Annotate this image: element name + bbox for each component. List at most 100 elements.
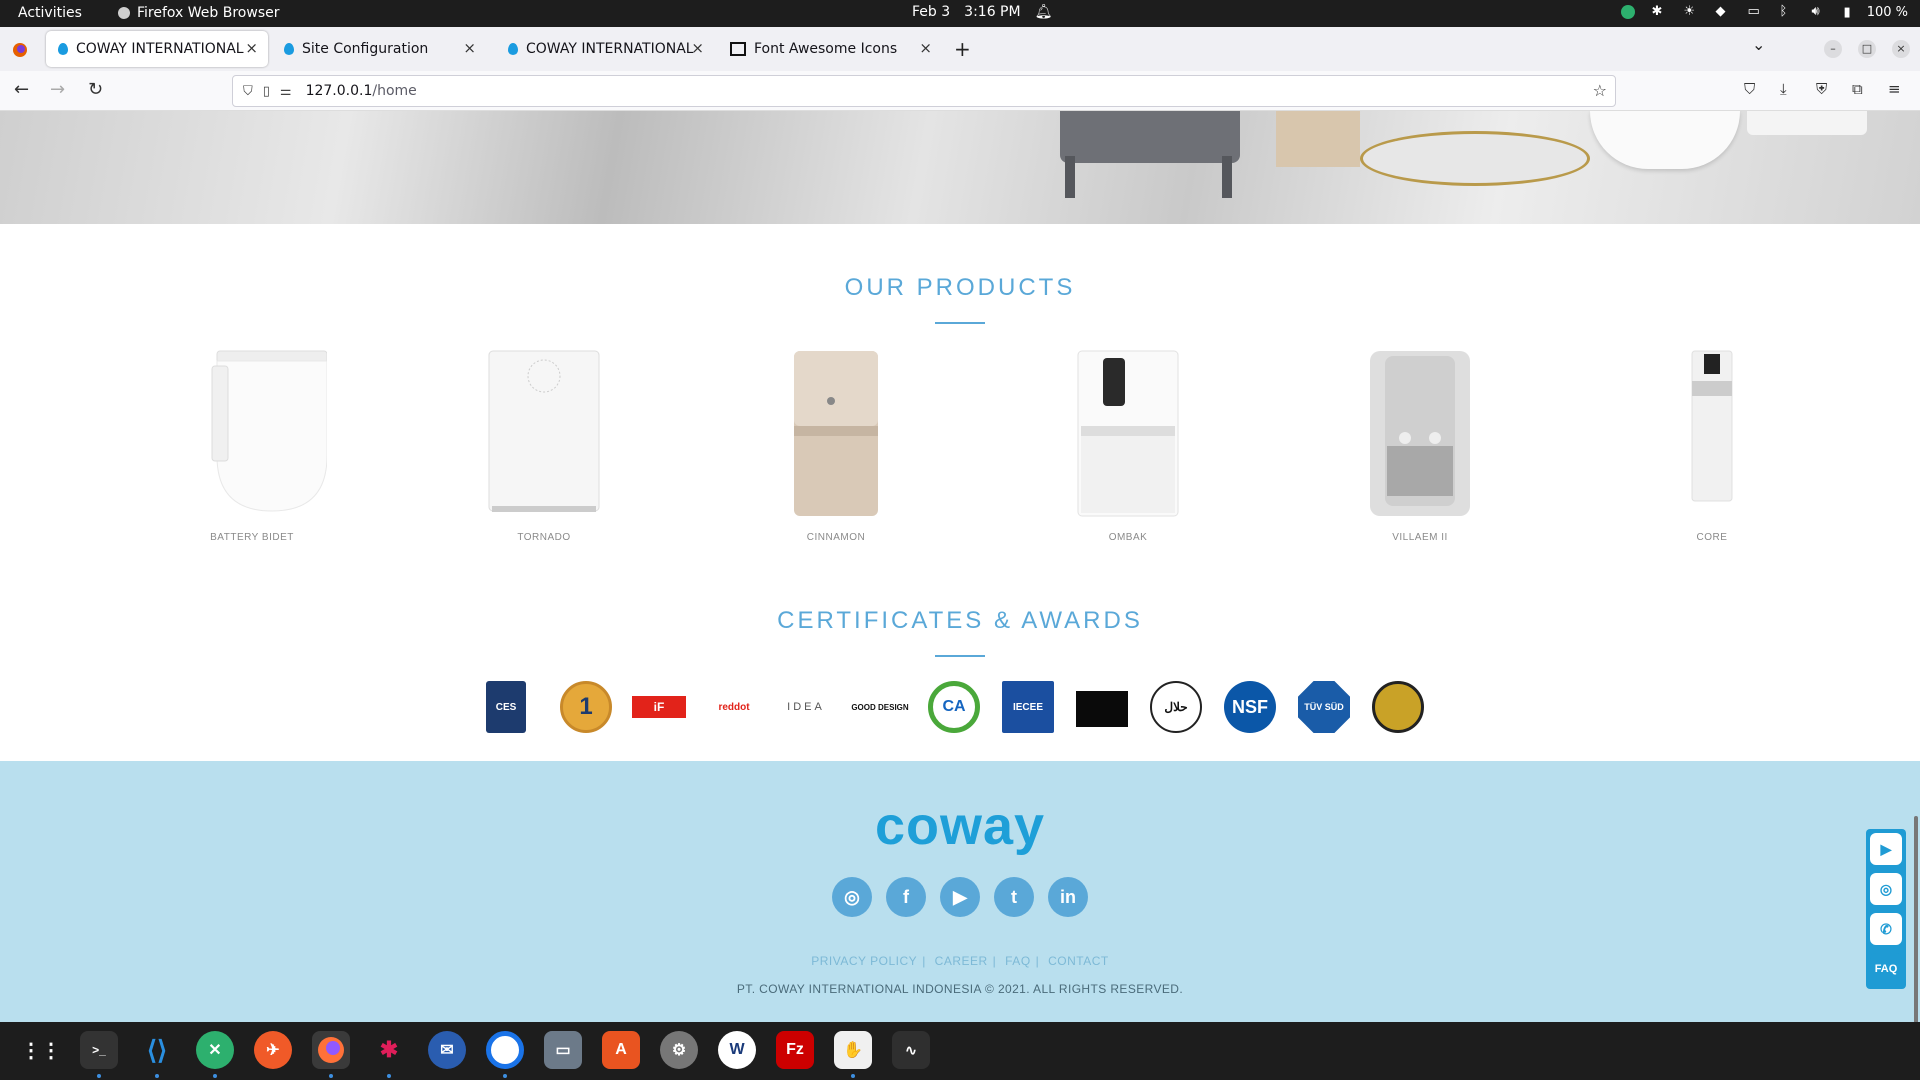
system-top-bar: Activities Firefox Web Browser Feb 3 3:1… — [0, 0, 1920, 27]
career-link[interactable]: CAREER — [935, 954, 988, 968]
privacy-policy-link[interactable]: PRIVACY POLICY — [811, 954, 917, 968]
postman-icon[interactable]: ✈ — [254, 1031, 292, 1069]
product-image — [1365, 346, 1475, 521]
extension-shield-icon[interactable]: ⛨ — [1816, 80, 1827, 98]
chromium-icon[interactable] — [486, 1031, 524, 1069]
ces-badge: CES — [486, 681, 526, 733]
pocket-icon[interactable]: ⛉ — [1744, 80, 1755, 98]
running-indicator — [851, 1074, 855, 1078]
filezilla-icon[interactable]: Fz — [776, 1031, 814, 1069]
app-menu[interactable]: Firefox Web Browser — [117, 5, 280, 21]
product-card[interactable]: CINNAMON — [726, 346, 946, 543]
page-icon[interactable]: ▯ — [263, 84, 270, 99]
new-tab-icon[interactable]: + — [954, 37, 971, 61]
instagram-icon[interactable]: ◎ — [832, 877, 872, 917]
tab-font-awesome[interactable]: Font Awesome Icons × — [718, 31, 942, 67]
product-card[interactable]: TORNADO — [434, 346, 654, 543]
terminal-icon[interactable]: >_ — [80, 1031, 118, 1069]
clock[interactable]: Feb 3 3:16 PM 🔔︎ — [912, 4, 1052, 20]
show-apps-icon[interactable]: ⋮⋮ — [21, 1031, 61, 1069]
tab-site-configuration[interactable]: Site Configuration × — [272, 31, 486, 67]
time: 3:16 PM — [964, 4, 1021, 20]
water-drop-icon — [508, 43, 518, 55]
tab-title: Font Awesome Icons — [754, 41, 898, 57]
battery-icon: ▮ — [1843, 4, 1851, 20]
product-card[interactable]: VILLAEM II — [1310, 346, 1530, 543]
firefox-menu-icon[interactable] — [12, 42, 28, 58]
youtube-icon[interactable]: ▶ — [940, 877, 980, 917]
extensions-icon[interactable]: ⧉ — [1852, 80, 1863, 98]
inkscape-icon[interactable]: ✋ — [834, 1031, 872, 1069]
firefox-icon — [118, 7, 130, 19]
thunderbird-icon[interactable]: ✉ — [428, 1031, 466, 1069]
page-scrollbar[interactable] — [1914, 816, 1918, 1022]
activities-button[interactable]: Activities — [18, 5, 82, 21]
tab-coway-1[interactable]: COWAY INTERNATIONAL × — [46, 31, 268, 67]
date: Feb 3 — [912, 4, 951, 20]
system-tray[interactable]: ✱ ☀ ◆ ▭ ᛒ 🔊︎ ▮ 100 % — [1620, 4, 1908, 20]
close-tab-icon[interactable]: × — [463, 39, 476, 57]
whatsapp-icon[interactable]: ✆ — [1870, 913, 1902, 945]
hero-product-shape — [1360, 131, 1590, 186]
badge-text: NSF — [1232, 696, 1268, 717]
downloads-icon[interactable]: ⤓ — [1780, 80, 1787, 98]
url-path: /home — [372, 83, 417, 99]
badge-text: iF — [653, 700, 665, 714]
maximize-icon[interactable]: □ — [1858, 40, 1876, 58]
tuv-sud-badge: TÜV SÜD — [1298, 681, 1350, 733]
close-tab-icon[interactable]: × — [245, 39, 258, 57]
settings-icon[interactable]: ⚙ — [660, 1031, 698, 1069]
instagram-icon[interactable]: ◎ — [1870, 873, 1902, 905]
tab-coway-2[interactable]: COWAY INTERNATIONAL × — [496, 31, 714, 67]
firefox-dock-icon[interactable] — [312, 1031, 350, 1069]
software-center-icon[interactable]: A — [602, 1031, 640, 1069]
permissions-icon[interactable]: ⚌ — [280, 84, 292, 99]
contact-link[interactable]: CONTACT — [1048, 954, 1109, 968]
facebook-icon[interactable]: f — [886, 877, 926, 917]
files-icon[interactable]: ▭ — [544, 1031, 582, 1069]
faq-link[interactable]: FAQ — [1005, 954, 1031, 968]
vpn-icon: ▭ — [1747, 4, 1760, 19]
app-name: Firefox Web Browser — [137, 5, 280, 21]
play-icon[interactable]: ▶ — [1870, 833, 1902, 865]
product-image — [177, 346, 328, 521]
shield-icon[interactable]: ⛉ — [243, 84, 253, 99]
product-image — [1682, 346, 1742, 521]
forward-icon[interactable]: → — [50, 79, 65, 100]
back-icon[interactable]: ← — [14, 79, 29, 100]
close-tab-icon[interactable]: × — [919, 39, 932, 57]
brightness-icon: ☀ — [1683, 4, 1696, 19]
faq-button[interactable]: FAQ — [1870, 953, 1902, 985]
hamburger-menu-icon[interactable]: ≡ — [1888, 80, 1901, 98]
coway-logo[interactable]: coway — [0, 795, 1920, 857]
running-indicator — [155, 1074, 159, 1078]
vscode-icon[interactable]: ⟨⟩ — [138, 1031, 176, 1069]
reddot-badge: reddot — [704, 681, 764, 733]
hero-product-shape — [1747, 111, 1867, 135]
reload-icon[interactable]: ↻ — [88, 79, 103, 100]
running-indicator — [387, 1074, 391, 1078]
battery-level: 100 % — [1866, 4, 1908, 20]
product-name: TORNADO — [517, 532, 571, 543]
twitter-icon[interactable]: t — [994, 877, 1034, 917]
close-window-icon[interactable]: × — [1892, 40, 1910, 58]
product-card[interactable]: OMBAK — [1018, 346, 1238, 543]
number-one-badge: 1 — [560, 681, 612, 733]
tab-title: COWAY INTERNATIONAL — [526, 41, 694, 57]
system-monitor-icon[interactable]: ∿ — [892, 1031, 930, 1069]
bookmark-star-icon[interactable]: ☆ — [1593, 81, 1607, 100]
writer-icon[interactable]: W — [718, 1031, 756, 1069]
linkedin-icon[interactable]: in — [1048, 877, 1088, 917]
badge-text: CA — [942, 698, 966, 715]
slack-icon[interactable]: ✱ — [370, 1031, 408, 1069]
product-card[interactable]: BATTERY BIDET — [142, 346, 362, 543]
products-title: OUR PRODUCTS — [844, 274, 1076, 301]
volume-icon: 🔊︎ — [1811, 4, 1820, 19]
list-all-tabs-icon[interactable]: ⌄ — [1752, 35, 1765, 54]
minimize-icon[interactable]: – — [1824, 40, 1842, 58]
url-bar[interactable]: ⛉ ▯ ⚌ 127.0.0.1/home ☆ — [232, 75, 1616, 107]
gitkraken-icon[interactable]: ✕ — [196, 1031, 234, 1069]
product-card[interactable]: CORE — [1602, 346, 1822, 543]
badge-text: GOOD DESIGN — [851, 702, 909, 712]
close-tab-icon[interactable]: × — [691, 39, 704, 57]
